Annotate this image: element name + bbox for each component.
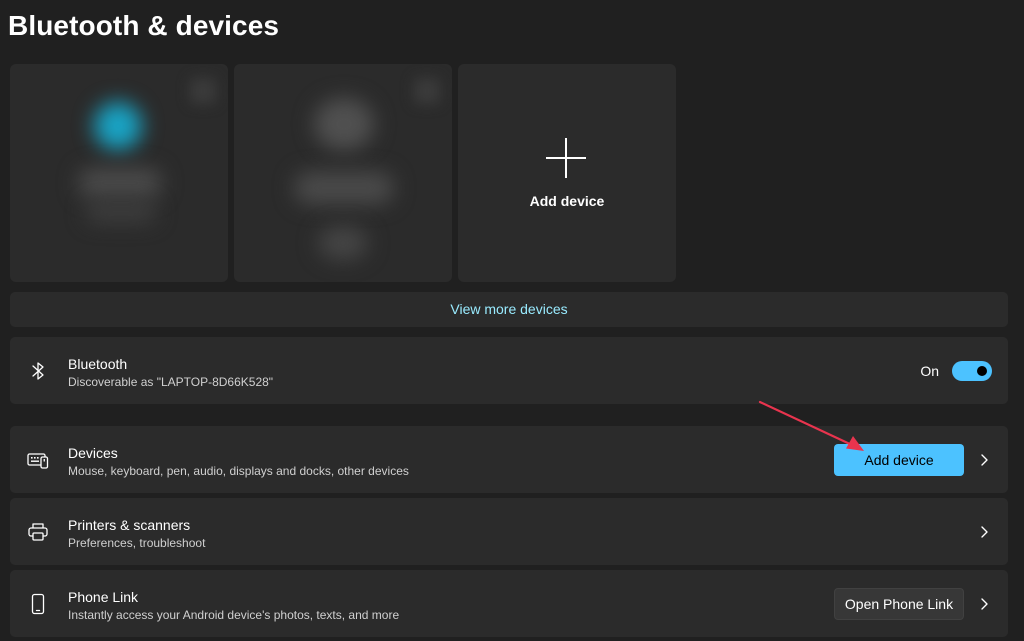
bluetooth-card: Bluetooth Discoverable as "LAPTOP-8D66K5…: [10, 337, 1008, 404]
blurred-tile-menu: [190, 78, 216, 104]
settings-page: Bluetooth & devices Add device View more…: [0, 0, 1024, 641]
chevron-right-icon[interactable]: [976, 452, 992, 468]
chevron-right-icon[interactable]: [976, 524, 992, 540]
blurred-tile-menu: [414, 78, 440, 104]
bluetooth-title: Bluetooth: [68, 356, 128, 372]
plus-icon: [546, 138, 586, 178]
printers-scanners-card[interactable]: Printers & scanners Preferences, trouble…: [10, 498, 1008, 565]
device-tile[interactable]: [234, 64, 452, 282]
phone-link-subtitle: Instantly access your Android device's p…: [68, 608, 400, 622]
phone-icon: [31, 593, 45, 615]
blurred-device-icon: [94, 102, 142, 150]
blurred-device-status: [86, 202, 156, 222]
device-tile[interactable]: [10, 64, 228, 282]
bluetooth-subtitle: Discoverable as "LAPTOP-8D66K528": [68, 375, 274, 389]
printers-title: Printers & scanners: [68, 517, 191, 533]
bluetooth-toggle[interactable]: [952, 361, 992, 381]
chevron-right-icon[interactable]: [976, 596, 992, 612]
devices-title: Devices: [68, 445, 118, 461]
open-phone-link-button[interactable]: Open Phone Link: [834, 588, 964, 620]
printers-subtitle: Preferences, troubleshoot: [68, 536, 206, 550]
printer-icon: [28, 523, 48, 541]
blurred-device-name: [294, 172, 394, 204]
add-device-tile[interactable]: Add device: [458, 64, 676, 282]
add-device-button[interactable]: Add device: [834, 444, 964, 476]
keyboard-icon: [27, 453, 49, 469]
toggle-knob: [977, 366, 987, 376]
devices-subtitle: Mouse, keyboard, pen, audio, displays an…: [68, 464, 409, 478]
blurred-device-status: [318, 226, 368, 260]
page-title: Bluetooth & devices: [8, 10, 280, 41]
view-more-devices-link[interactable]: View more devices: [10, 292, 1008, 327]
phone-link-card[interactable]: Phone Link Instantly access your Android…: [10, 570, 1008, 637]
blurred-device-name: [78, 168, 162, 198]
blurred-device-icon: [314, 98, 374, 150]
phone-link-title: Phone Link: [68, 589, 139, 605]
add-device-tile-label: Add device: [529, 193, 605, 209]
bluetooth-icon: [32, 362, 44, 380]
devices-card[interactable]: Devices Mouse, keyboard, pen, audio, dis…: [10, 426, 1008, 493]
bluetooth-toggle-state: On: [920, 363, 939, 379]
